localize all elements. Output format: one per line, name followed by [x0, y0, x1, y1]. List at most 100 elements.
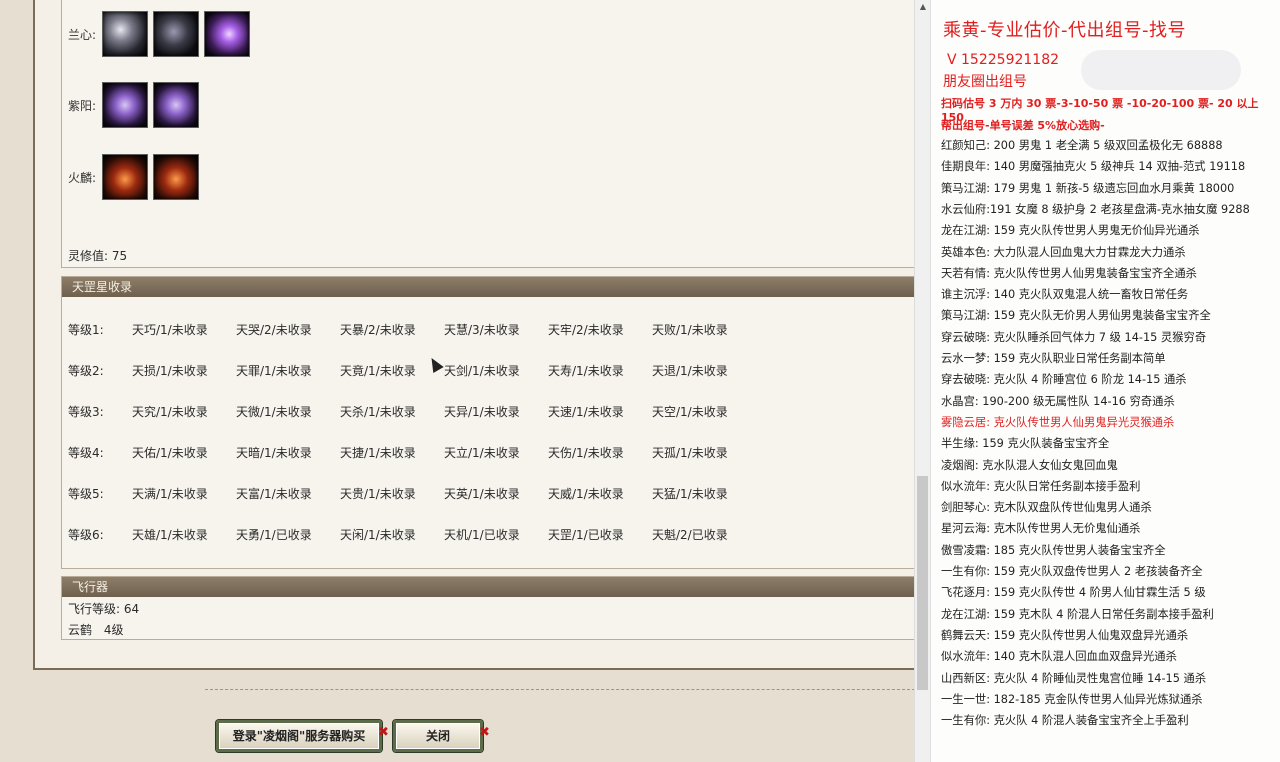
flyer-level: 飞行等级: 64 — [68, 602, 140, 616]
star-cell: 天牢/2/未收录 — [548, 323, 624, 337]
character-detail-panel: 兰心: 紫阳: 火麟: 灵修值: 75 天罡星收录 等级1: 天巧/1/未收录 天哭… — [0, 0, 917, 762]
watermark — [1081, 50, 1241, 90]
star-cell: 天佑/1/未收录 — [132, 446, 208, 460]
ad-listing-line: 天若有情: 克火队传世男人仙男鬼装备宝宝齐全通杀 — [941, 266, 1197, 280]
scrollbar[interactable]: ▲ — [914, 0, 931, 762]
star-grade-label: 等级5: — [68, 487, 104, 501]
ad-listing-line: 龙在江湖: 159 克木队 4 阶混人日常任务副本接手盈利 — [941, 607, 1214, 621]
star-grade-row: 等级6: 天雄/1/未收录 天勇/1/已收录 天闲/1/未收录 天机/1/已收录 天罡/1… — [68, 526, 756, 543]
star-grade-label: 等级1: — [68, 323, 104, 337]
soul-row-label: 紫阳: — [68, 98, 97, 113]
ad-listing-line: 一生一世: 182-185 克金队传世男人仙异光炼狱通杀 — [941, 692, 1203, 706]
ad-listing-line: 水晶宫: 190-200 级无属性队 14-16 穷奇通杀 — [941, 394, 1175, 408]
soul-row-lanxin: 兰心: — [68, 11, 255, 57]
star-cell: 天退/1/未收录 — [652, 364, 728, 378]
ad-listing-line: 策马江湖: 179 男鬼 1 新孩-5 级遗忘回血水月乘黄 18000 — [941, 181, 1235, 195]
star-cell: 天哭/2/未收录 — [236, 323, 312, 337]
soul-row-label: 火麟: — [68, 170, 97, 185]
star-grade-row: 等级4: 天佑/1/未收录 天暗/1/未收录 天捷/1/未收录 天立/1/未收录 天伤/1… — [68, 444, 756, 461]
divider — [205, 689, 915, 690]
star-grade-label: 等级4: — [68, 446, 104, 460]
close-x-icon: ✖ — [378, 725, 389, 740]
star-cell: 天贵/1/未收录 — [340, 487, 416, 501]
star-cell: 天孤/1/未收录 — [652, 446, 728, 460]
scroll-up-arrow-icon[interactable]: ▲ — [915, 0, 931, 14]
star-cell: 天损/1/未收录 — [132, 364, 208, 378]
flyer-section: 飞行器 飞行等级: 64 云鹤 4级 — [61, 576, 915, 640]
flyer-item: 云鹤 4级 — [68, 621, 123, 638]
soul-row-ziyang: 紫阳: — [68, 82, 204, 128]
star-cell: 天微/1/未收录 — [236, 405, 312, 419]
ad-listing-line: 穿去破晓: 克火队 4 阶睡宫位 6 阶龙 14-15 通杀 — [941, 373, 1187, 387]
soul-equipment-section: 兰心: 紫阳: 火麟: 灵修值: 75 — [61, 0, 915, 268]
ad-listing-line: 水云仙府:191 女魔 8 级护身 2 老孩星盘满-克水抽女魔 9288 — [941, 202, 1250, 216]
purple-ring-icon[interactable] — [204, 11, 250, 57]
star-cell: 天杀/1/未收录 — [340, 405, 416, 419]
star-grade-label: 等级2: — [68, 364, 104, 378]
ad-listing-line: 一生有你: 159 克火队双盘传世男人 2 老孩装备齐全 — [941, 565, 1203, 578]
ad-listing-line: 云水一梦: 159 克火队职业日常任务副本简单 — [941, 352, 1166, 365]
ad-moments: 朋友圈出组号 — [943, 74, 1027, 90]
star-cell: 天雄/1/未收录 — [132, 528, 208, 542]
star-cell: 天败/1/未收录 — [652, 323, 728, 337]
star-cell: 天魁/2/已收录 — [652, 528, 728, 542]
star-cell: 天罪/1/未收录 — [236, 364, 312, 378]
star-cell: 天罡/1/已收录 — [548, 528, 624, 542]
star-cell: 天剑/1/未收录 — [444, 364, 520, 378]
ad-listing-line: 佳期良年: 140 男魔强抽克火 5 级神兵 14 双抽-范式 19118 — [941, 160, 1246, 174]
close-x-icon: ✖ — [479, 725, 490, 740]
ad-listing-line: 似水流年: 克火队日常任务副本接手盈利 — [941, 479, 1141, 493]
star-grade-label: 等级3: — [68, 405, 104, 419]
ad-listing-line: 星河云海: 克木队传世男人无价鬼仙通杀 — [941, 522, 1141, 536]
star-cell: 天空/1/未收录 — [652, 405, 728, 419]
flyer-header: 飞行器 — [62, 577, 914, 597]
ad-listing-line: 半生缘: 159 克火队装备宝宝齐全 — [941, 437, 1110, 451]
ring-icon[interactable] — [102, 11, 148, 57]
ad-listing-line: 一生有你: 克火队 4 阶混人装备宝宝齐全上手盈利 — [941, 714, 1189, 728]
ad-listing-line: 策马江湖: 159 克火队无价男人男仙男鬼装备宝宝齐全 — [941, 309, 1211, 323]
star-cell: 天异/1/未收录 — [444, 405, 520, 419]
ad-listing-line: 傲雪凌霜: 185 克火队传世男人装备宝宝齐全 — [941, 543, 1166, 557]
ad-listing-line: 英雄本色: 大力队混人回血鬼大力甘霖龙大力通杀 — [941, 245, 1186, 259]
ad-listing-line: 山西新区: 克火队 4 阶睡仙灵性鬼宫位睡 14-15 通杀 — [941, 671, 1207, 685]
ad-price-line: 帮出组号-单号误差 5%放心选购- — [941, 119, 1105, 132]
star-cell: 天威/1/未收录 — [548, 487, 624, 501]
flyer-item-level: 4级 — [103, 623, 124, 637]
ad-listing-line: 雾隐云居: 克火队传世男人仙男鬼异光灵猴通杀 — [941, 415, 1175, 429]
flyer-item-name: 云鹤 — [68, 623, 93, 637]
purple-bracelet-icon[interactable] — [102, 82, 148, 128]
ad-phone: V 15225921182 — [947, 52, 1060, 68]
ad-listing-line: 穿云破晓: 克火队睡杀回气体力 7 级 14-15 灵猴穷奇 — [941, 330, 1207, 344]
ad-listing-line: 似水流年: 140 克木队混人回血血双盘异光通杀 — [941, 650, 1177, 664]
ad-listing-line: 飞花逐月: 159 克火队传世 4 阶男人仙甘霖生活 5 级 — [941, 586, 1206, 600]
scroll-thumb[interactable] — [917, 476, 928, 690]
star-grade-label: 等级6: — [68, 528, 104, 542]
star-cell: 天速/1/未收录 — [548, 405, 624, 419]
star-collection-header: 天罡星收录 — [62, 277, 914, 297]
star-collection-section: 天罡星收录 等级1: 天巧/1/未收录 天哭/2/未收录 天暴/2/未收录 天慧/3/未… — [61, 276, 915, 569]
armor-icon[interactable] — [153, 11, 199, 57]
close-button[interactable]: 关闭 — [393, 720, 483, 752]
star-cell: 天寿/1/未收录 — [548, 364, 624, 378]
ad-listing-line: 龙在江湖: 159 克火队传世男人男鬼无价仙异光通杀 — [941, 224, 1200, 238]
star-cell: 天究/1/未收录 — [132, 405, 208, 419]
star-cell: 天暴/2/未收录 — [340, 323, 416, 337]
star-cell: 天捷/1/未收录 — [340, 446, 416, 460]
star-cell: 天巧/1/未收录 — [132, 323, 208, 337]
star-grade-row: 等级2: 天损/1/未收录 天罪/1/未收录 天竟/1/未收录 天剑/1/未收录 天寿/1… — [68, 362, 756, 379]
star-cell: 天满/1/未收录 — [132, 487, 208, 501]
ad-listing-line: 鹤舞云天: 159 克火队传世男人仙鬼双盘异光通杀 — [941, 628, 1189, 642]
star-cell: 天机/1/已收录 — [444, 528, 520, 542]
star-cell: 天伤/1/未收录 — [548, 446, 624, 460]
seller-ad-panel: 乘黄-专业估价-代出组号-找号 V 15225921182 朋友圈出组号 扫码估… — [930, 0, 1280, 762]
fire-pendant-icon[interactable] — [153, 154, 199, 200]
soul-row-label: 兰心: — [68, 27, 97, 42]
purple-bracelet-icon[interactable] — [153, 82, 199, 128]
star-cell: 天慧/3/未收录 — [444, 323, 520, 337]
fire-ring-icon[interactable] — [102, 154, 148, 200]
star-cell: 天猛/1/未收录 — [652, 487, 728, 501]
login-purchase-button[interactable]: 登录"凌烟阁"服务器购买 — [216, 720, 382, 752]
star-grade-row: 等级1: 天巧/1/未收录 天哭/2/未收录 天暴/2/未收录 天慧/3/未收录 天牢/2… — [68, 321, 756, 338]
star-cell: 天勇/1/已收录 — [236, 528, 312, 542]
star-grade-row: 等级3: 天究/1/未收录 天微/1/未收录 天杀/1/未收录 天异/1/未收录 天速/1… — [68, 403, 756, 420]
